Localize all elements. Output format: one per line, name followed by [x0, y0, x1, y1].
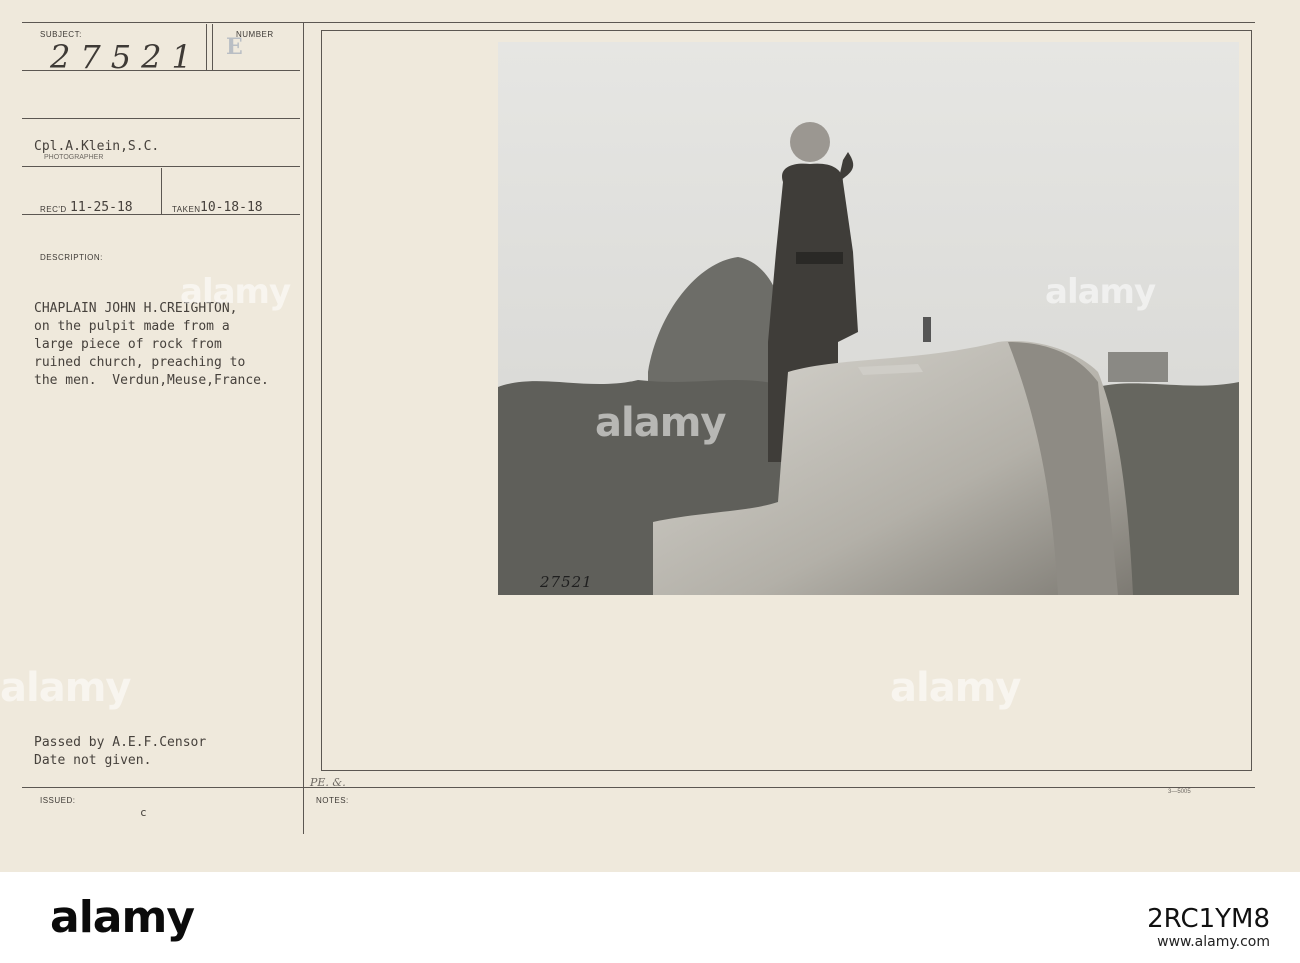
dates-divider: [161, 168, 162, 214]
form-number: 3—5005: [1168, 789, 1191, 795]
chimney: [923, 317, 931, 342]
description-label: DESCRIPTION:: [40, 253, 103, 262]
archive-record-card: SUBJECT: NUMBER 27521 E Cpl.A.Klein,S.C.…: [0, 0, 1300, 872]
dates-rule: [22, 214, 300, 215]
censor-line-1: Passed by A.E.F.Censor: [34, 735, 207, 750]
stock-image-id: 2RC1YM8: [1147, 904, 1270, 934]
watermark-3: alamy: [595, 400, 726, 446]
photograph: [498, 42, 1239, 595]
watermark-4: alamy: [0, 665, 131, 711]
stock-site[interactable]: www.alamy.com: [1147, 934, 1270, 950]
photograph-drawing: [498, 42, 1239, 595]
issued-label: ISSUED:: [40, 796, 76, 805]
issued-mark: c: [140, 806, 147, 819]
description-line-5: the men. Verdun,Meuse,France.: [34, 373, 269, 388]
photo-frame-right: [1251, 30, 1252, 770]
photographer-rule: [22, 166, 300, 167]
censor-line-2: Date not given.: [34, 753, 152, 768]
negative-number: 27521: [540, 573, 593, 591]
subject-number-divider-2: [212, 24, 213, 70]
stock-footer: [0, 872, 1300, 963]
watermark-5: alamy: [890, 665, 1021, 711]
photographer-label: PHOTOGRAPHER: [44, 154, 104, 161]
watermark-2: alamy: [1045, 272, 1156, 312]
description-line-4: ruined church, preaching to: [34, 355, 246, 370]
notes-label: NOTES:: [316, 796, 349, 805]
distant-building: [1108, 352, 1168, 382]
stock-image-id-block: 2RC1YM8 www.alamy.com: [1147, 904, 1270, 950]
recd-label: REC'D: [40, 205, 67, 214]
photo-frame-bottom: [321, 770, 1252, 771]
card-top-rule: [22, 22, 1255, 23]
photo-frame-left: [321, 30, 322, 770]
subject-number-divider: [206, 24, 207, 70]
description-line-2: on the pulpit made from a: [34, 319, 230, 334]
number-letter: E: [226, 34, 243, 60]
pe-mark: PE. &.: [310, 776, 346, 789]
description-line-3: large piece of rock from: [34, 337, 222, 352]
card-issued-rule: [22, 787, 1255, 788]
stock-logo[interactable]: alamy: [50, 892, 195, 943]
photographer-top-rule: [22, 118, 300, 119]
photo-frame-top: [321, 30, 1252, 31]
subject-underline: [22, 70, 300, 71]
taken-label: TAKEN: [172, 205, 201, 214]
watermark-1: alamy: [180, 272, 291, 312]
left-column-rule: [303, 22, 304, 834]
